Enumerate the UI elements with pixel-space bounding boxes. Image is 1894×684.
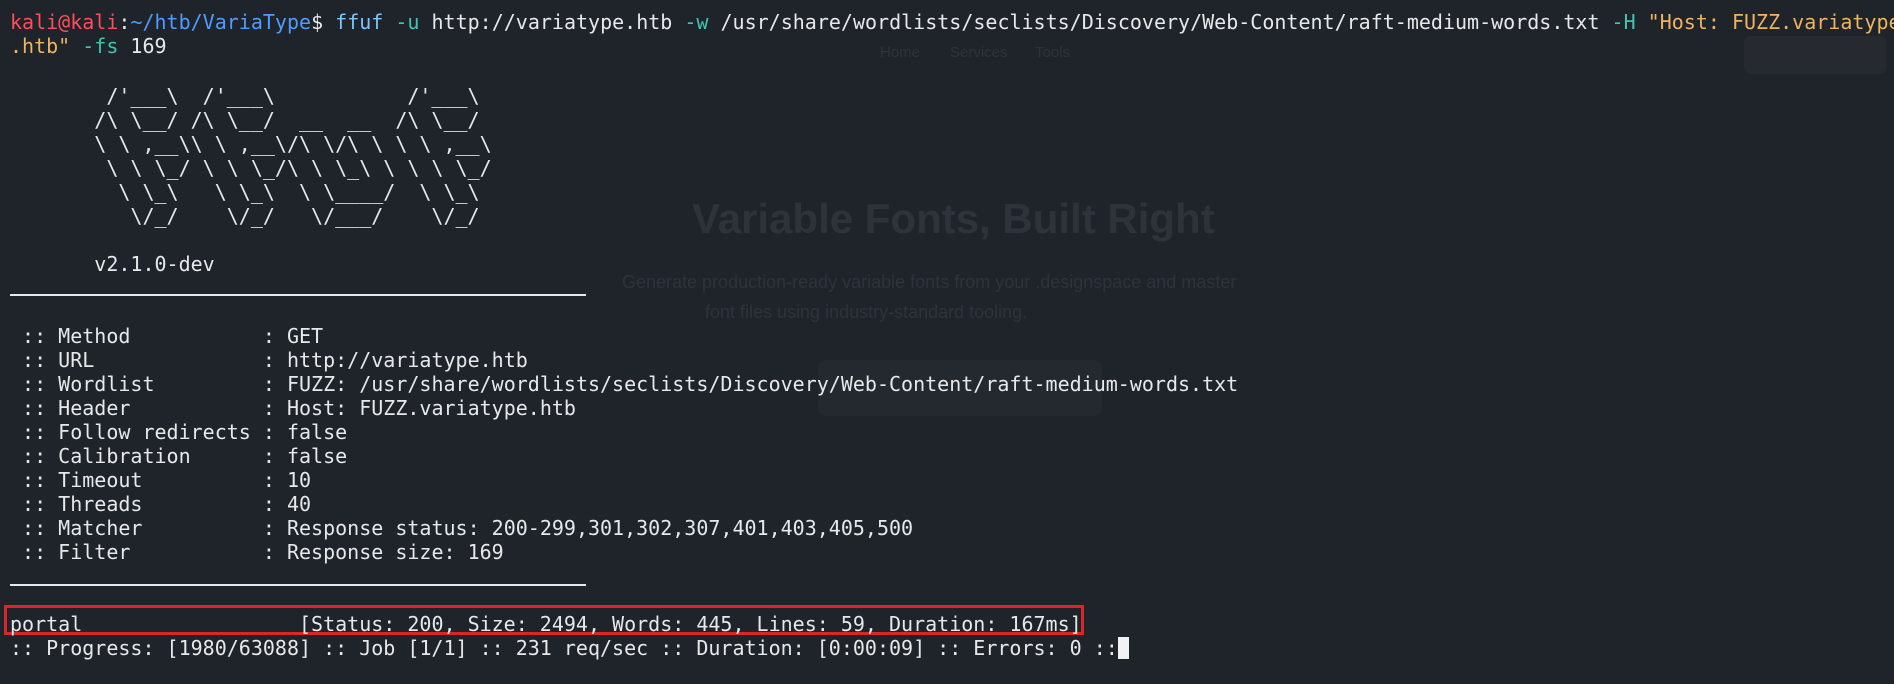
ghost-nav-tools: Tools xyxy=(1035,44,1071,61)
config-value: GET xyxy=(286,324,324,348)
config-key: :: Matcher : xyxy=(10,516,287,540)
progress-text: :: Progress: [1980/63088] :: Job [1/1] :… xyxy=(10,636,1118,660)
prompt-at: @ xyxy=(58,10,71,34)
ghost-nav-services: Services xyxy=(950,44,1008,61)
prompt-path: ~/htb/VariaType xyxy=(130,10,312,34)
prompt-symbol: $ xyxy=(311,10,336,34)
config-key: :: Method : xyxy=(10,324,287,348)
config-key: :: Timeout : xyxy=(10,468,287,492)
command-flag-u: -u xyxy=(383,10,420,34)
version-label: v2.1.0-dev xyxy=(10,252,215,276)
command-flag-fs: -fs xyxy=(70,34,119,58)
command-flag-h: -H xyxy=(1599,10,1636,34)
ghost-page-subtitle-2: font files using industry-standard tooli… xyxy=(705,302,1028,322)
separator-top xyxy=(10,294,586,296)
config-value: FUZZ: /usr/share/wordlists/seclists/Disc… xyxy=(286,372,1239,396)
config-row-header: :: Header : Host: FUZZ.variatype.htb xyxy=(10,396,576,420)
config-key: :: Filter : xyxy=(10,540,287,564)
banner-line-3: \ \ ,__\\ \ ,__\/\ \/\ \ \ \ ,__\ xyxy=(10,132,564,156)
config-key: :: Follow redirects : xyxy=(10,420,287,444)
ghost-page-title: Variable Fonts, Built Right xyxy=(692,195,1215,242)
config-row-calibration: :: Calibration : false xyxy=(10,444,347,468)
config-value: 10 xyxy=(286,468,312,492)
ghost-header-button xyxy=(1744,36,1886,74)
command-flag-w: -w xyxy=(672,10,709,34)
config-row-follow-redirects: :: Follow redirects : false xyxy=(10,420,347,444)
command-wordlist: /usr/share/wordlists/seclists/Discovery/… xyxy=(708,10,1600,34)
command-program: ffuf xyxy=(335,10,384,34)
command-header-start: "Host: FUZZ.variatype xyxy=(1635,10,1894,34)
config-key: :: URL : xyxy=(10,348,287,372)
config-value: Host: FUZZ.variatype.htb xyxy=(286,396,576,420)
config-row-matcher: :: Matcher : Response status: 200-299,30… xyxy=(10,516,913,540)
config-row-method: :: Method : GET xyxy=(10,324,323,348)
command-fs-value: 169 xyxy=(118,34,167,58)
result-row: portal [Status: 200, Size: 2494, Words: … xyxy=(10,612,1082,636)
progress-line: :: Progress: [1980/63088] :: Job [1/1] :… xyxy=(10,636,1129,660)
banner-line-5: \ \_\ \ \_\ \ \____/ \ \_\ xyxy=(10,180,564,204)
config-row-timeout: :: Timeout : 10 xyxy=(10,468,311,492)
result-details: [Status: 200, Size: 2494, Words: 445, Li… xyxy=(82,612,1082,636)
prompt-colon: : xyxy=(118,10,131,34)
config-key: :: Threads : xyxy=(10,492,287,516)
config-row-threads: :: Threads : 40 xyxy=(10,492,311,516)
command-line-2: .htb" -fs 169 xyxy=(10,34,167,58)
config-value: Response size: 169 xyxy=(286,540,504,564)
config-value: false xyxy=(286,420,348,444)
result-word: portal xyxy=(10,612,83,636)
prompt-host: kali xyxy=(70,10,119,34)
config-row-filter: :: Filter : Response size: 169 xyxy=(10,540,504,564)
config-row-wordlist: :: Wordlist : FUZZ: /usr/share/wordlists… xyxy=(10,372,1238,396)
config-key: :: Wordlist : xyxy=(10,372,287,396)
banner-line-2: /\ \__/ /\ \__/ __ __ /\ \__/ xyxy=(10,108,564,132)
ghost-nav-home: Home xyxy=(880,44,921,61)
config-key: :: Calibration : xyxy=(10,444,287,468)
command-line-1: kali@kali:~/htb/VariaType$ ffuf -u http:… xyxy=(10,10,1894,34)
terminal-window[interactable]: Variable Fonts, Built Right Generate pro… xyxy=(0,0,1894,684)
separator-bottom xyxy=(10,584,586,586)
config-value: http://variatype.htb xyxy=(286,348,528,372)
config-value: false xyxy=(286,444,348,468)
banner-line-1: /'___\ /'___\ /'___\ xyxy=(10,84,564,108)
terminal-cursor[interactable] xyxy=(1117,637,1129,659)
config-key: :: Header : xyxy=(10,396,287,420)
command-url: http://variatype.htb xyxy=(419,10,673,34)
banner-line-6: \/_/ \/_/ \/___/ \/_/ xyxy=(10,204,564,228)
banner-line-4: \ \ \_/ \ \ \_/\ \ \_\ \ \ \ \_/ xyxy=(10,156,564,180)
config-row-url: :: URL : http://variatype.htb xyxy=(10,348,528,372)
command-header-end: .htb" xyxy=(10,34,71,58)
prompt-user: kali xyxy=(10,10,59,34)
config-value: Response status: 200-299,301,302,307,401… xyxy=(286,516,914,540)
config-value: 40 xyxy=(286,492,312,516)
ghost-page-subtitle-1: Generate production-ready variable fonts… xyxy=(622,272,1237,292)
